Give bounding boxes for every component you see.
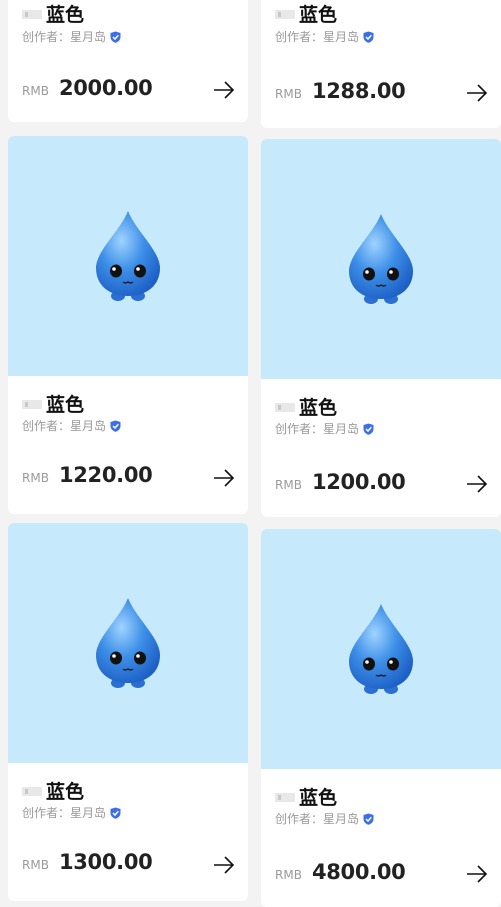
creator-name[interactable]: 星月岛 — [323, 810, 359, 827]
arrow-right-icon[interactable] — [212, 853, 236, 877]
price-row: RMB 1220.00 — [22, 463, 153, 487]
price: 1288.00 — [311, 79, 406, 103]
water-drop-mascot — [96, 211, 160, 301]
title-row: 蓝色 — [275, 393, 337, 420]
price: 1200.00 — [311, 470, 406, 494]
tag-icon — [22, 785, 42, 797]
creator-row: 创作者： 星月岛 — [275, 420, 374, 437]
product-title: 蓝色 — [299, 397, 338, 419]
title-row: 蓝色 — [22, 777, 84, 804]
price-row: RMB 1200.00 — [275, 470, 406, 494]
shield-check-icon — [363, 423, 374, 435]
currency-label: RMB — [275, 87, 302, 101]
water-drop-mascot — [349, 604, 413, 694]
creator-label: 创作者： — [22, 419, 71, 433]
product-card-3[interactable]: 蓝色 创作者： 星月岛 RMB 1220.00 — [8, 136, 248, 514]
shield-check-icon — [363, 813, 374, 825]
creator-label: 创作者： — [275, 30, 324, 44]
currency-label: RMB — [275, 478, 302, 492]
creator-row: 创作者： 星月岛 — [22, 417, 121, 434]
creator-row: 创作者： 星月岛 — [22, 804, 121, 821]
currency-label: RMB — [22, 471, 49, 485]
product-title: 蓝色 — [46, 4, 85, 26]
product-card-1[interactable]: 蓝色 创作者： 星月岛 RMB 2000.00 — [8, 0, 248, 122]
arrow-right-icon[interactable] — [212, 466, 236, 490]
creator-label: 创作者： — [22, 30, 71, 44]
creator-name[interactable]: 星月岛 — [70, 28, 106, 45]
price: 1300.00 — [58, 850, 153, 874]
price: 2000.00 — [58, 76, 153, 100]
creator-row: 创作者： 星月岛 — [22, 28, 121, 45]
tag-icon — [22, 398, 42, 410]
product-image[interactable] — [8, 136, 248, 376]
tag-icon — [275, 791, 295, 803]
arrow-right-icon[interactable] — [465, 472, 489, 496]
price: 1220.00 — [58, 463, 153, 487]
water-drop-mascot — [349, 214, 413, 304]
creator-label: 创作者： — [275, 812, 324, 826]
price-row: RMB 1288.00 — [275, 79, 406, 103]
currency-label: RMB — [275, 868, 302, 882]
price-row: RMB 4800.00 — [275, 860, 406, 884]
creator-name[interactable]: 星月岛 — [323, 420, 359, 437]
tag-icon — [275, 8, 295, 20]
arrow-right-icon[interactable] — [212, 78, 236, 102]
shield-check-icon — [110, 420, 121, 432]
tag-icon — [22, 8, 42, 20]
product-image[interactable] — [8, 523, 248, 763]
creator-name[interactable]: 星月岛 — [70, 417, 106, 434]
product-title: 蓝色 — [46, 781, 85, 803]
shield-check-icon — [363, 31, 374, 43]
title-row: 蓝色 — [275, 0, 337, 27]
price-row: RMB 1300.00 — [22, 850, 153, 874]
product-card-2[interactable]: 蓝色 创作者： 星月岛 RMB 1288.00 — [261, 0, 501, 128]
shield-check-icon — [110, 807, 121, 819]
creator-row: 创作者： 星月岛 — [275, 28, 374, 45]
creator-name[interactable]: 星月岛 — [323, 28, 359, 45]
creator-label: 创作者： — [275, 422, 324, 436]
arrow-right-icon[interactable] — [465, 862, 489, 886]
product-image[interactable] — [261, 139, 501, 379]
price: 4800.00 — [311, 860, 406, 884]
product-title: 蓝色 — [299, 787, 338, 809]
product-image[interactable] — [261, 529, 501, 769]
product-card-6[interactable]: 蓝色 创作者： 星月岛 RMB 4800.00 — [261, 529, 501, 907]
creator-name[interactable]: 星月岛 — [70, 804, 106, 821]
title-row: 蓝色 — [22, 0, 84, 27]
water-drop-mascot — [96, 598, 160, 688]
title-row: 蓝色 — [275, 783, 337, 810]
title-row: 蓝色 — [22, 390, 84, 417]
currency-label: RMB — [22, 858, 49, 872]
price-row: RMB 2000.00 — [22, 76, 153, 100]
currency-label: RMB — [22, 84, 49, 98]
product-card-4[interactable]: 蓝色 创作者： 星月岛 RMB 1200.00 — [261, 139, 501, 517]
tag-icon — [275, 401, 295, 413]
creator-row: 创作者： 星月岛 — [275, 810, 374, 827]
product-title: 蓝色 — [299, 4, 338, 26]
product-card-5[interactable]: 蓝色 创作者： 星月岛 RMB 1300.00 — [8, 523, 248, 901]
shield-check-icon — [110, 31, 121, 43]
product-title: 蓝色 — [46, 394, 85, 416]
arrow-right-icon[interactable] — [465, 81, 489, 105]
creator-label: 创作者： — [22, 806, 71, 820]
